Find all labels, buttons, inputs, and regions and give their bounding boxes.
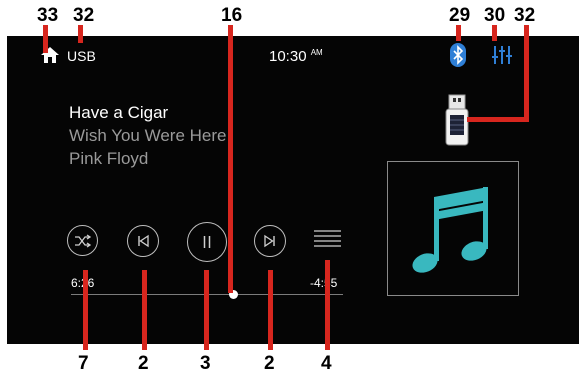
track-title: Have a Cigar: [69, 103, 169, 122]
usb-device[interactable]: [445, 93, 469, 147]
leader-4: [325, 260, 330, 350]
leader-3: [204, 270, 209, 350]
skip-previous-icon: [138, 234, 149, 248]
clock: 10:30 AM: [269, 48, 323, 65]
callout-29: 29: [449, 5, 471, 26]
bluetooth-button[interactable]: [450, 43, 466, 67]
artist-name: Pink Floyd: [69, 149, 149, 168]
previous-track-button[interactable]: [127, 225, 159, 257]
leader-16: [228, 25, 233, 293]
music-note-icon: [412, 187, 488, 273]
shuffle-icon: [74, 233, 91, 248]
callout-7: 7: [78, 353, 89, 374]
leader-29: [456, 25, 461, 41]
callout-16: 16: [221, 5, 243, 26]
equalizer-icon: [492, 46, 512, 64]
album-art: [387, 161, 519, 296]
track-list-button[interactable]: [314, 229, 341, 251]
remaining-time: -4:55: [310, 276, 338, 290]
callout-4: 4: [321, 353, 332, 374]
clock-ampm: AM: [310, 48, 323, 57]
leader-32-usb: [78, 25, 83, 43]
callout-2-prev: 2: [138, 353, 149, 374]
callout-32-usb: 32: [73, 5, 95, 26]
skip-next-icon: [264, 234, 275, 248]
equalizer-button[interactable]: [491, 44, 513, 66]
list-icon: [314, 230, 341, 247]
usb-drive-icon: [445, 94, 469, 146]
callout-30: 30: [484, 5, 506, 26]
play-pause-button[interactable]: [187, 222, 227, 262]
shuffle-button[interactable]: [67, 225, 98, 256]
callout-32-device: 32: [514, 5, 536, 26]
callout-33: 33: [37, 5, 59, 26]
leader-2-prev: [142, 270, 147, 350]
leader-2-next: [268, 270, 273, 350]
source-label[interactable]: USB: [67, 48, 96, 64]
callout-3: 3: [200, 353, 211, 374]
clock-time: 10:30: [269, 48, 307, 65]
album-name: Wish You Were Here: [69, 126, 227, 145]
next-track-button[interactable]: [254, 225, 286, 257]
leader-30: [492, 25, 497, 41]
leader-32-device-horizontal: [467, 117, 529, 122]
callout-2-next: 2: [264, 353, 275, 374]
bluetooth-icon: [450, 43, 466, 67]
leader-7: [83, 270, 88, 350]
leader-32-device-vertical: [524, 25, 529, 122]
leader-33: [43, 25, 48, 53]
pause-icon: [203, 236, 211, 248]
head-unit-screen: USB 10:30 AM Have a Cigar Wish You Were …: [7, 36, 579, 344]
